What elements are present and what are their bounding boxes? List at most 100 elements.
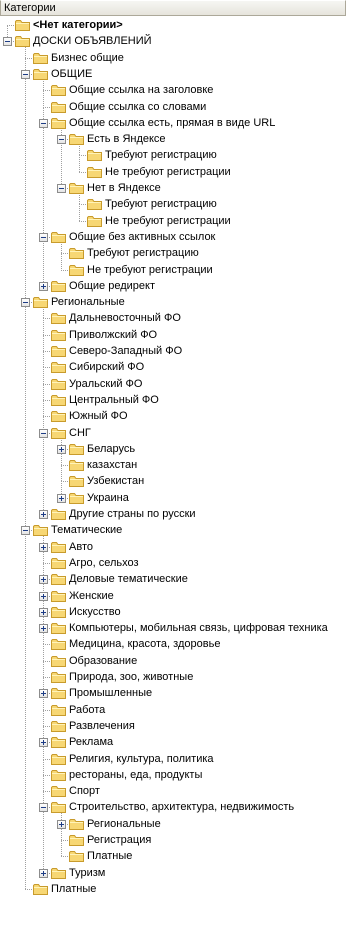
tree-node-label[interactable]: Работа [68, 702, 106, 718]
tree-node-label[interactable]: Есть в Яндексе [86, 131, 167, 147]
expand-icon[interactable] [57, 493, 66, 503]
collapse-icon[interactable] [39, 428, 48, 438]
collapse-icon[interactable] [21, 69, 30, 79]
tree-node[interactable]: Женские [0, 588, 346, 604]
expand-icon[interactable] [39, 591, 48, 601]
tree-node-label[interactable]: Требуют регистрацию [86, 245, 200, 261]
tree-node[interactable]: Требуют регистрацию [0, 196, 346, 212]
tree-node-label[interactable]: Украина [86, 490, 130, 506]
tree-node-label[interactable]: Платные [86, 848, 133, 864]
expand-icon[interactable] [39, 624, 48, 634]
tree-node-label[interactable]: Требуют регистрацию [104, 196, 218, 212]
tree-node-label[interactable]: Спорт [68, 783, 101, 799]
tree-node[interactable]: Искусство [0, 604, 346, 620]
expand-icon[interactable] [39, 281, 48, 291]
tree-node[interactable]: рестораны, еда, продукты [0, 767, 346, 783]
tree-node-label[interactable]: Образование [68, 653, 138, 669]
tree-node-label[interactable]: Агро, сельхоз [68, 555, 140, 571]
tree-node[interactable]: Природа, зоо, животные [0, 669, 346, 685]
tree-node-label[interactable]: Регистрация [86, 832, 152, 848]
tree-node[interactable]: Развлечения [0, 718, 346, 734]
tree-node[interactable]: СНГ [0, 425, 346, 441]
tree-node-label[interactable]: Приволжский ФО [68, 327, 158, 343]
tree-node[interactable]: Туризм [0, 865, 346, 881]
tree-node-label[interactable]: Беларусь [86, 441, 136, 457]
tree-node[interactable]: Промышленные [0, 685, 346, 701]
expand-icon[interactable] [39, 607, 48, 617]
tree-node[interactable]: Общие без активных ссылок [0, 229, 346, 245]
tree-node[interactable]: Авто [0, 539, 346, 555]
tree-node-label[interactable]: Региональные [50, 294, 126, 310]
tree-node-label[interactable]: Женские [68, 588, 115, 604]
tree-node[interactable]: Центральный ФО [0, 392, 346, 408]
tree-node[interactable]: Другие страны по русски [0, 506, 346, 522]
tree-node-label[interactable]: ОБЩИЕ [50, 66, 93, 82]
tree-node-label[interactable]: Центральный ФО [68, 392, 160, 408]
tree-node-label[interactable]: ДОСКИ ОБЪЯВЛЕНИЙ [32, 33, 153, 49]
tree-node[interactable]: Тематические [0, 522, 346, 538]
expand-icon[interactable] [39, 542, 48, 552]
tree-node[interactable]: Агро, сельхоз [0, 555, 346, 571]
expand-icon[interactable] [57, 819, 66, 829]
tree-node-label[interactable]: Бизнес общие [50, 50, 125, 66]
tree-node-label[interactable]: Общие без активных ссылок [68, 229, 216, 245]
expand-icon[interactable] [39, 868, 48, 878]
tree-node[interactable]: Не требуют регистрации [0, 164, 346, 180]
tree-node[interactable]: ДОСКИ ОБЪЯВЛЕНИЙ [0, 33, 346, 49]
tree-node-label[interactable]: Строительство, архитектура, недвижимость [68, 799, 295, 815]
tree-node[interactable]: Не требуют регистрации [0, 262, 346, 278]
tree-node[interactable]: Региональные [0, 294, 346, 310]
tree-node-label[interactable]: Тематические [50, 522, 123, 538]
tree-node-label[interactable]: казахстан [86, 457, 138, 473]
tree-node-label[interactable]: Деловые тематические [68, 571, 189, 587]
tree-node[interactable]: Южный ФО [0, 408, 346, 424]
tree-node-label[interactable]: Не требуют регистрации [104, 164, 232, 180]
tree-node[interactable]: Религия, культура, политика [0, 751, 346, 767]
expand-icon[interactable] [39, 510, 48, 519]
tree-node[interactable]: <Нет категории> [0, 17, 346, 33]
tree-node-label[interactable]: Компьютеры, мобильная связь, цифровая те… [68, 620, 329, 636]
collapse-icon[interactable] [39, 232, 48, 242]
collapse-icon[interactable] [39, 118, 48, 128]
tree-node-label[interactable]: Медицина, красота, здоровье [68, 636, 221, 652]
tree-node-label[interactable]: Общие ссылка есть, прямая в виде URL [68, 115, 276, 131]
collapse-icon[interactable] [21, 298, 30, 308]
category-tree[interactable]: <Нет категории> ДОСКИ ОБЪЯВЛЕНИЙ Бизнес об… [0, 16, 346, 928]
tree-node[interactable]: Северо-Западный ФО [0, 343, 346, 359]
tree-node[interactable]: Деловые тематические [0, 571, 346, 587]
tree-node-label[interactable]: Дальневосточный ФО [68, 310, 182, 326]
tree-node[interactable]: Образование [0, 653, 346, 669]
tree-node-label[interactable]: Сибирский ФО [68, 359, 145, 375]
tree-node[interactable]: Регистрация [0, 832, 346, 848]
tree-node[interactable]: Общие редирект [0, 278, 346, 294]
tree-node[interactable]: Медицина, красота, здоровье [0, 636, 346, 652]
tree-node[interactable]: Узбекистан [0, 473, 346, 489]
collapse-icon[interactable] [39, 803, 48, 813]
tree-node-label[interactable]: Религия, культура, политика [68, 751, 215, 767]
tree-node[interactable]: Сибирский ФО [0, 359, 346, 375]
tree-node-label[interactable]: Туризм [68, 865, 106, 881]
tree-node[interactable]: Бизнес общие [0, 50, 346, 66]
expand-icon[interactable] [39, 575, 48, 585]
tree-node[interactable]: Беларусь [0, 441, 346, 457]
tree-node-label[interactable]: Не требуют регистрации [86, 262, 214, 278]
tree-node-label[interactable]: Промышленные [68, 685, 153, 701]
tree-node-label[interactable]: Региональные [86, 816, 162, 832]
tree-node[interactable]: Общие ссылка со словами [0, 99, 346, 115]
tree-node[interactable]: Уральский ФО [0, 376, 346, 392]
tree-node[interactable]: Региональные [0, 816, 346, 832]
collapse-icon[interactable] [3, 37, 12, 47]
tree-node-label[interactable]: Не требуют регистрации [104, 213, 232, 229]
tree-node-label[interactable]: Платные [50, 881, 97, 897]
tree-node-label[interactable]: Развлечения [68, 718, 136, 734]
tree-node[interactable]: Платные [0, 848, 346, 864]
tree-node[interactable]: Приволжский ФО [0, 327, 346, 343]
tree-node[interactable]: Компьютеры, мобильная связь, цифровая те… [0, 620, 346, 636]
tree-node[interactable]: Требуют регистрацию [0, 147, 346, 163]
tree-node[interactable]: ОБЩИЕ [0, 66, 346, 82]
tree-node[interactable]: Дальневосточный ФО [0, 310, 346, 326]
tree-node[interactable]: Работа [0, 702, 346, 718]
tree-node[interactable]: Не требуют регистрации [0, 213, 346, 229]
tree-node[interactable]: Общие ссылка есть, прямая в виде URL [0, 115, 346, 131]
tree-node-label[interactable]: Требуют регистрацию [104, 147, 218, 163]
